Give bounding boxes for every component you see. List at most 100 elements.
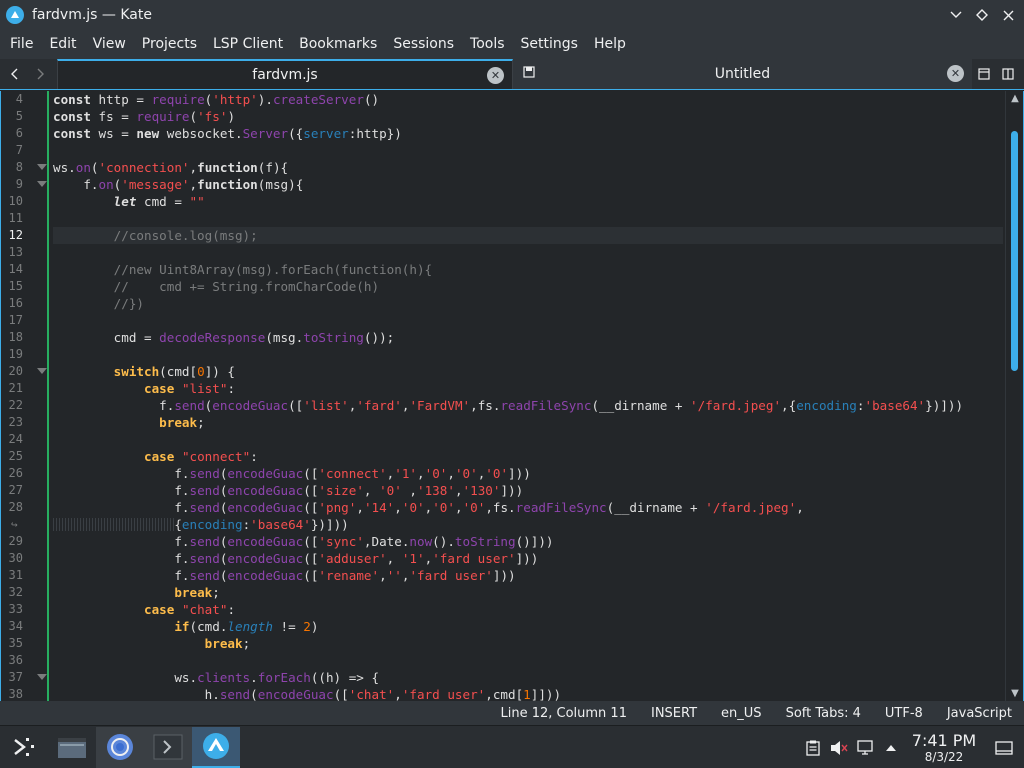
code-line[interactable]: 24 <box>9 431 1003 448</box>
code-line[interactable]: 34 if(cmd.length != 2) <box>9 618 1003 635</box>
code-line[interactable]: 10 let cmd = "" <box>9 193 1003 210</box>
menu-settings[interactable]: Settings <box>513 30 586 59</box>
code-line[interactable]: 36 <box>9 652 1003 669</box>
back-icon[interactable] <box>0 59 27 89</box>
clock[interactable]: 7:41 PM 8/3/22 <box>904 732 984 763</box>
network-icon[interactable] <box>852 739 878 756</box>
code-line[interactable]: 15 // cmd += String.fromCharCode(h) <box>9 278 1003 295</box>
scroll-down-icon[interactable]: ▼ <box>1009 688 1021 699</box>
code-text: //new Uint8Array(msg).forEach(function(h… <box>53 262 433 277</box>
line-number: 27 <box>8 483 23 497</box>
code-editor[interactable]: 4 const http = require('http').createServ… <box>0 91 1024 701</box>
code-line[interactable]: 17 <box>9 312 1003 329</box>
code-line[interactable]: 32 break; <box>9 584 1003 601</box>
tab-close-icon[interactable]: ✕ <box>487 67 504 84</box>
code-line[interactable]: 30 f.send(encodeGuac(['adduser', '1','fa… <box>9 550 1003 567</box>
tray-expand-icon[interactable] <box>878 744 904 752</box>
maximize-icon[interactable] <box>972 5 992 25</box>
fold-toggle-icon[interactable] <box>37 674 47 680</box>
code-line[interactable]: 21 case "list": <box>9 380 1003 397</box>
code-line[interactable]: 35 break; <box>9 635 1003 652</box>
menu-bookmarks[interactable]: Bookmarks <box>291 30 385 59</box>
line-number: 11 <box>8 211 23 225</box>
code-line[interactable]: 26 f.send(encodeGuac(['connect','1','0',… <box>9 465 1003 482</box>
code-line[interactable]: 20 switch(cmd[0]) { <box>9 363 1003 380</box>
encoding[interactable]: UTF-8 <box>873 706 935 721</box>
line-number: 30 <box>8 551 23 565</box>
fold-toggle-icon[interactable] <box>37 164 47 170</box>
kate-app-icon[interactable] <box>6 6 24 24</box>
fold-toggle-icon[interactable] <box>37 181 47 187</box>
code-line[interactable]: 27 f.send(encodeGuac(['size', '0' ,'138'… <box>9 482 1003 499</box>
code-line[interactable]: 38 h.send(encodeGuac(['chat','fard user'… <box>9 686 1003 701</box>
code-line[interactable]: 13 <box>9 244 1003 261</box>
scroll-up-icon[interactable]: ▲ <box>1009 93 1021 104</box>
code-line[interactable]: 5 const fs = require('fs') <box>16 108 1003 125</box>
code-line[interactable]: 9 f.on('message',function(msg){ <box>16 176 1003 193</box>
language-mode[interactable]: JavaScript <box>935 706 1024 721</box>
code-line[interactable]: 19 <box>9 346 1003 363</box>
kate-task-icon[interactable] <box>192 726 240 768</box>
code-text: const fs = require('fs') <box>53 109 236 124</box>
code-line[interactable]: 4 const http = require('http').createServ… <box>16 91 1003 108</box>
wrap-indicator-icon: ↪ <box>11 518 18 531</box>
minimize-icon[interactable] <box>946 5 966 25</box>
clipboard-icon[interactable] <box>800 740 826 756</box>
code-line[interactable]: ↪ {encoding:'base64'})])) <box>11 516 1003 533</box>
menu-sessions[interactable]: Sessions <box>385 30 462 59</box>
menu-view[interactable]: View <box>85 30 134 59</box>
volume-muted-icon[interactable] <box>826 740 852 756</box>
code-line[interactable]: 29 f.send(encodeGuac(['sync',Date.now().… <box>9 533 1003 550</box>
tab-fardvm-js[interactable]: fardvm.js ✕ <box>57 59 513 89</box>
cursor-position[interactable]: Line 12, Column 11 <box>488 706 639 721</box>
input-mode[interactable]: INSERT <box>639 706 709 721</box>
code-line[interactable]: 37 ws.clients.forEach((h) => { <box>9 669 1003 686</box>
indent-settings[interactable]: Soft Tabs: 4 <box>774 706 873 721</box>
menu-projects[interactable]: Projects <box>134 30 205 59</box>
modified-lines-marker <box>47 91 49 701</box>
browser-icon[interactable] <box>96 726 144 768</box>
code-line[interactable]: 33 case "chat": <box>9 601 1003 618</box>
app-launcher-icon[interactable] <box>0 727 48 768</box>
forward-icon[interactable] <box>27 59 54 89</box>
split-view-icon[interactable] <box>996 59 1020 89</box>
code-text: break; <box>159 415 205 430</box>
tab-untitled[interactable]: Untitled ✕ <box>513 59 972 89</box>
scrollbar-thumb[interactable] <box>1011 131 1018 371</box>
new-tab-icon[interactable] <box>972 59 996 89</box>
code-line[interactable]: 11 <box>9 210 1003 227</box>
tab-close-icon[interactable]: ✕ <box>947 65 964 82</box>
code-line[interactable]: 18 cmd = decodeResponse(msg.toString()); <box>9 329 1003 346</box>
line-number: 7 <box>15 143 23 157</box>
dictionary[interactable]: en_US <box>709 706 774 721</box>
file-manager-icon[interactable] <box>48 727 96 768</box>
close-icon[interactable] <box>998 5 1018 25</box>
code-line[interactable]: 23 break; <box>9 414 1003 431</box>
menu-edit[interactable]: Edit <box>41 30 84 59</box>
menu-file[interactable]: File <box>2 30 41 59</box>
line-number: 31 <box>8 568 23 582</box>
code-line[interactable]: 8 ws.on('connection',function(f){ <box>16 159 1003 176</box>
code-line[interactable]: 7 <box>16 142 1003 159</box>
title-bar: fardvm.js — Kate <box>0 0 1024 30</box>
code-line[interactable]: 25 case "connect": <box>9 448 1003 465</box>
fold-toggle-icon[interactable] <box>37 368 47 374</box>
menu-tools[interactable]: Tools <box>462 30 513 59</box>
menu-lsp-client[interactable]: LSP Client <box>205 30 291 59</box>
line-number: 36 <box>8 653 23 667</box>
menu-help[interactable]: Help <box>586 30 634 59</box>
code-line[interactable]: 22 f.send(encodeGuac(['list','fard','Far… <box>9 397 1003 414</box>
show-desktop-icon[interactable] <box>984 740 1024 755</box>
vertical-scrollbar[interactable]: ▲ ▼ <box>1005 91 1023 701</box>
code-line[interactable]: 28 f.send(encodeGuac(['png','14','0','0'… <box>9 499 1003 516</box>
code-line[interactable]: 14 //new Uint8Array(msg).forEach(functio… <box>9 261 1003 278</box>
code-line[interactable]: 31 f.send(encodeGuac(['rename','','fard … <box>9 567 1003 584</box>
line-number: 19 <box>8 347 23 361</box>
code-text: if(cmd.length != 2) <box>174 619 319 634</box>
code-line[interactable]: 6 const ws = new websocket.Server({server… <box>16 125 1003 142</box>
code-area[interactable]: 4 const http = require('http').createServ… <box>9 91 1003 701</box>
code-line[interactable]: 12 //console.log(msg); <box>9 227 1003 244</box>
code-line[interactable]: 16 //}) <box>9 295 1003 312</box>
terminal-icon[interactable] <box>144 726 192 768</box>
code-text: f.send(encodeGuac(['sync',Date.now().toS… <box>53 534 554 549</box>
